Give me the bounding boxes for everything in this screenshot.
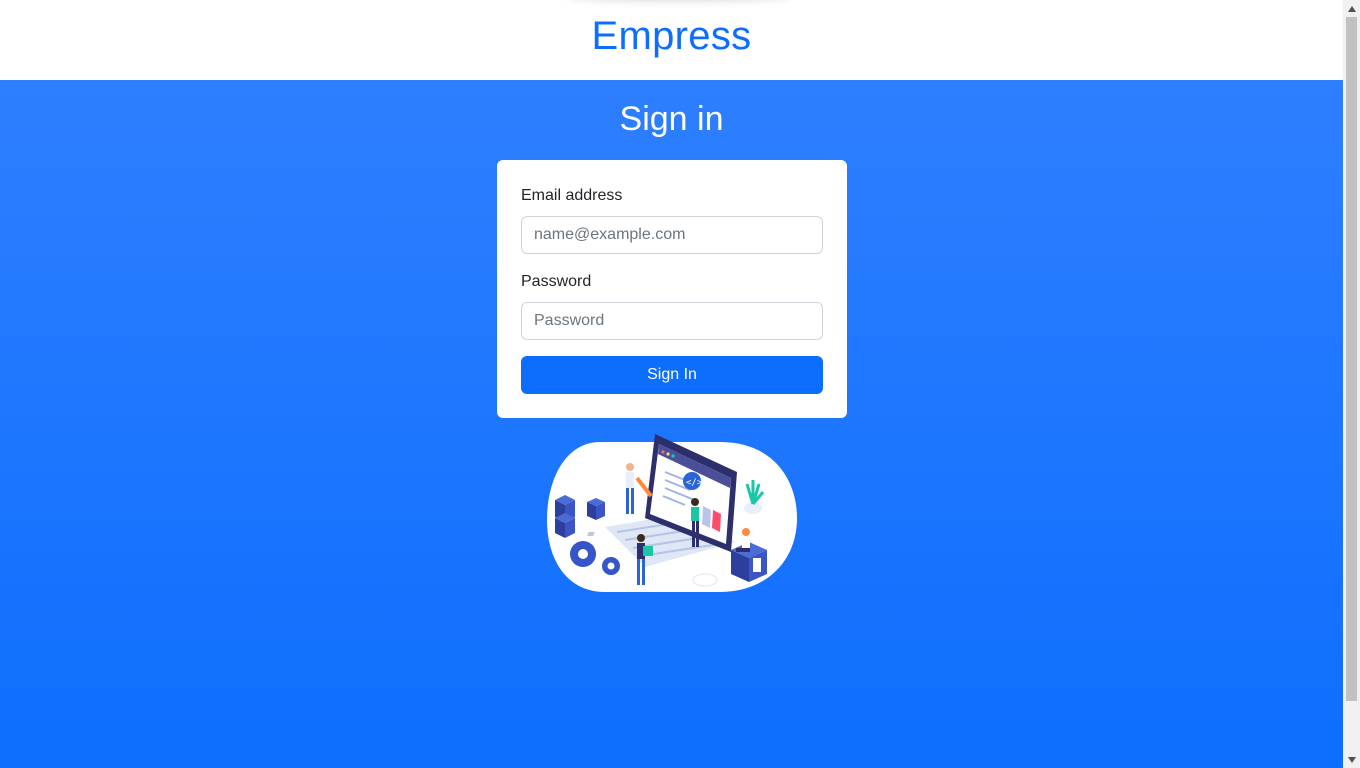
password-field[interactable] (521, 302, 823, 340)
viewport: Empress Sign in Email address Password S… (0, 0, 1343, 768)
password-label: Password (521, 273, 592, 290)
vertical-scrollbar[interactable] (1343, 0, 1360, 768)
page-title: Sign in (619, 100, 724, 138)
top-header: Empress (0, 0, 1343, 80)
scroll-thumb[interactable] (1346, 17, 1357, 701)
brand-logo-text[interactable]: Empress (592, 14, 752, 59)
scroll-up-arrow[interactable] (1343, 0, 1360, 17)
illustration-graphic: </> (547, 434, 797, 592)
email-field[interactable] (521, 216, 823, 254)
scroll-down-arrow[interactable] (1343, 751, 1360, 768)
svg-text:</>: </> (686, 478, 703, 488)
chevron-up-icon (1347, 5, 1356, 12)
page: Empress Sign in Email address Password S… (0, 0, 1360, 768)
sign-in-form: Email address Password Sign In (497, 160, 847, 418)
developers-illustration: </> (545, 432, 799, 596)
sign-in-button[interactable]: Sign In (521, 356, 823, 394)
email-label: Email address (521, 187, 623, 204)
chevron-down-icon (1347, 756, 1356, 763)
